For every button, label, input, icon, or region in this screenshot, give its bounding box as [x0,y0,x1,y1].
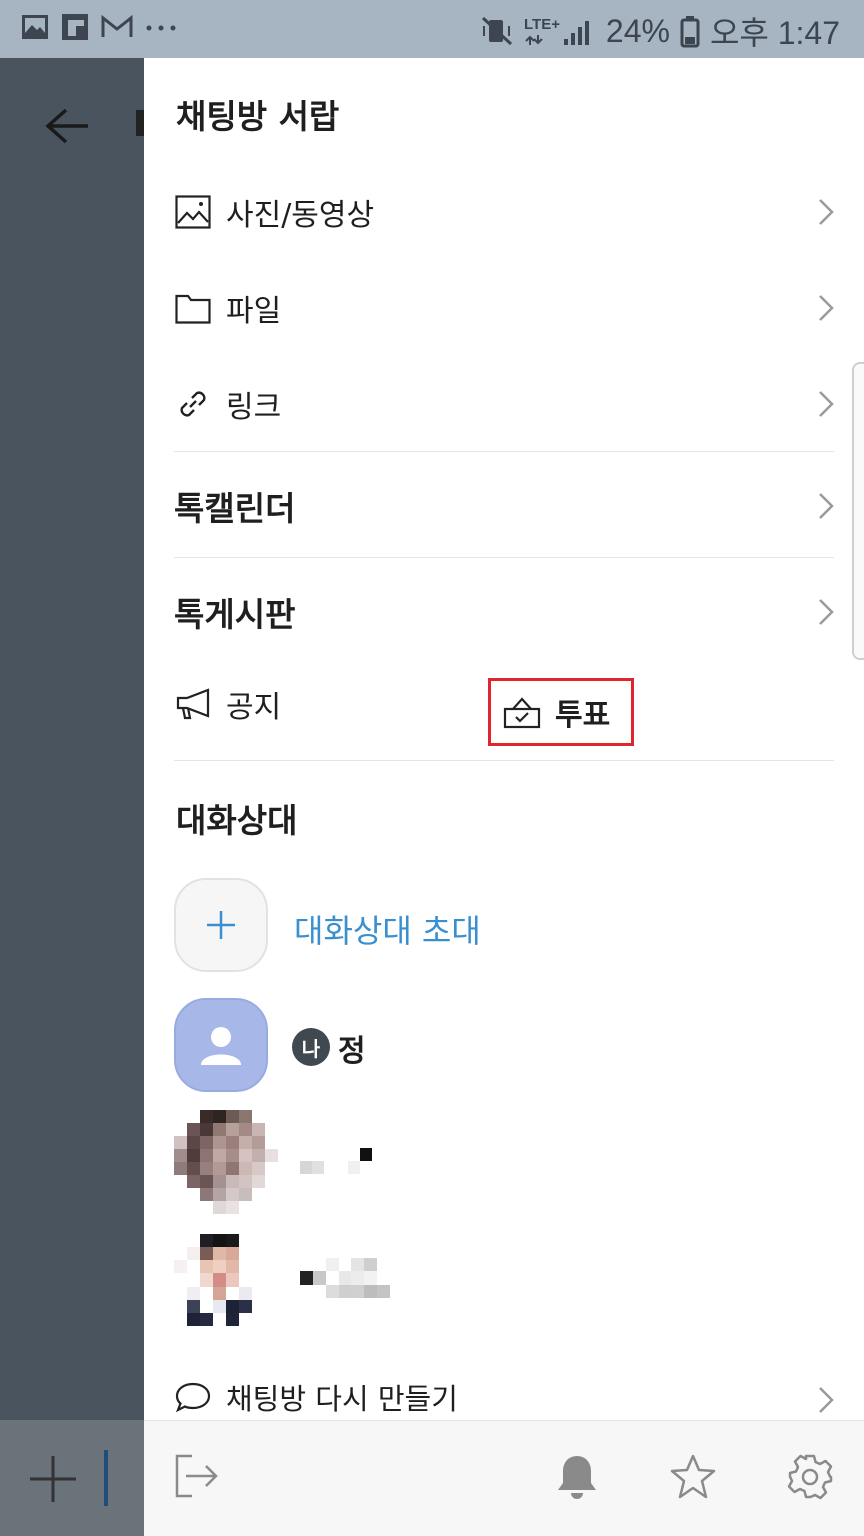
status-bar: LTE+ 24% 오후 1:47 [0,0,864,58]
more-dots-icon [146,25,176,31]
notice-button[interactable]: 공지 [174,682,281,726]
gmail-icon [101,14,133,37]
drawer-item-label: 사진/동영상 [226,198,375,233]
invite-label[interactable]: 대화상대 초대 [294,906,481,952]
divider [174,760,834,761]
plus-icon [207,911,235,939]
background-chat-screen [0,58,144,1536]
person-icon [201,1027,241,1065]
member-name-blurred[interactable] [300,1148,384,1174]
star-icon[interactable] [668,1453,718,1501]
flipboard-icon [62,14,88,40]
recreate-chatroom-button[interactable]: 채팅방 다시 만들기 [174,1376,834,1418]
chevron-right-icon [819,391,834,417]
megaphone-icon [174,685,212,723]
drawer-item-board[interactable]: 톡게시판 [174,582,834,642]
gallery-icon [22,15,48,39]
drawer-item-links[interactable]: 링크 [174,374,834,434]
vote-label: 투표 [555,698,611,733]
ballot-box-icon [503,693,541,731]
drawer-item-label: 링크 [226,390,282,425]
link-icon [174,385,212,423]
drawer-item-photos[interactable]: 사진/동영상 [174,182,834,242]
folder-icon [174,289,212,327]
chevron-right-icon [819,599,834,625]
member-avatar-blurred[interactable] [174,1234,278,1326]
recreate-label: 채팅방 다시 만들기 [226,1382,458,1416]
edge-panel-handle[interactable] [852,362,864,660]
notification-icons [20,12,178,42]
member-name-blurred[interactable] [300,1258,390,1298]
vote-button[interactable]: 투표 [488,678,634,746]
members-title: 대화상대 [176,801,298,840]
drawer-item-label: 파일 [226,294,282,329]
settings-gear-icon[interactable] [786,1453,834,1501]
divider [174,451,834,452]
drawer-title: 채팅방 서랍 [176,97,340,136]
lte-signal-icon: LTE+ [524,16,589,45]
me-badge: 나 [292,1028,330,1066]
calendar-label: 톡캘린더 [174,489,296,528]
chevron-right-icon [819,493,834,519]
member-name[interactable]: 정 [338,1026,366,1070]
svg-text:LTE+: LTE+ [524,16,560,33]
chat-title-fragment [136,110,144,136]
invite-button[interactable] [174,878,268,972]
board-label: 톡게시판 [174,595,296,634]
member-avatar-blurred[interactable] [174,1110,278,1214]
chevron-right-icon [819,199,834,225]
exit-icon[interactable] [174,1453,220,1499]
notice-label: 공지 [226,690,282,725]
chatroom-drawer: 채팅방 서랍 사진/동영상 파일 링크 톡캘린더 톡게시판 공지 투표 대화상대… [144,58,864,1536]
back-arrow-icon[interactable] [44,106,90,146]
drawer-item-files[interactable]: 파일 [174,278,834,338]
chevron-right-icon [819,1387,834,1413]
my-avatar[interactable] [174,998,268,1092]
plus-icon[interactable] [28,1454,78,1504]
vibrate-mute-icon [481,16,512,46]
battery-percent: 24% [605,12,670,49]
drawer-item-calendar[interactable]: 톡캘린더 [174,476,834,536]
notification-bell-icon[interactable] [554,1453,600,1501]
chat-input-bar [0,1420,144,1536]
drawer-bottom-bar [144,1420,864,1536]
system-status: LTE+ 24% 오후 1:47 [480,8,840,54]
photo-icon [174,193,212,231]
battery-icon [680,16,700,48]
text-cursor [104,1450,108,1506]
divider [174,557,834,558]
chevron-right-icon [819,295,834,321]
speech-bubble-icon [174,1378,212,1416]
clock: 오후 1:47 [709,15,840,51]
